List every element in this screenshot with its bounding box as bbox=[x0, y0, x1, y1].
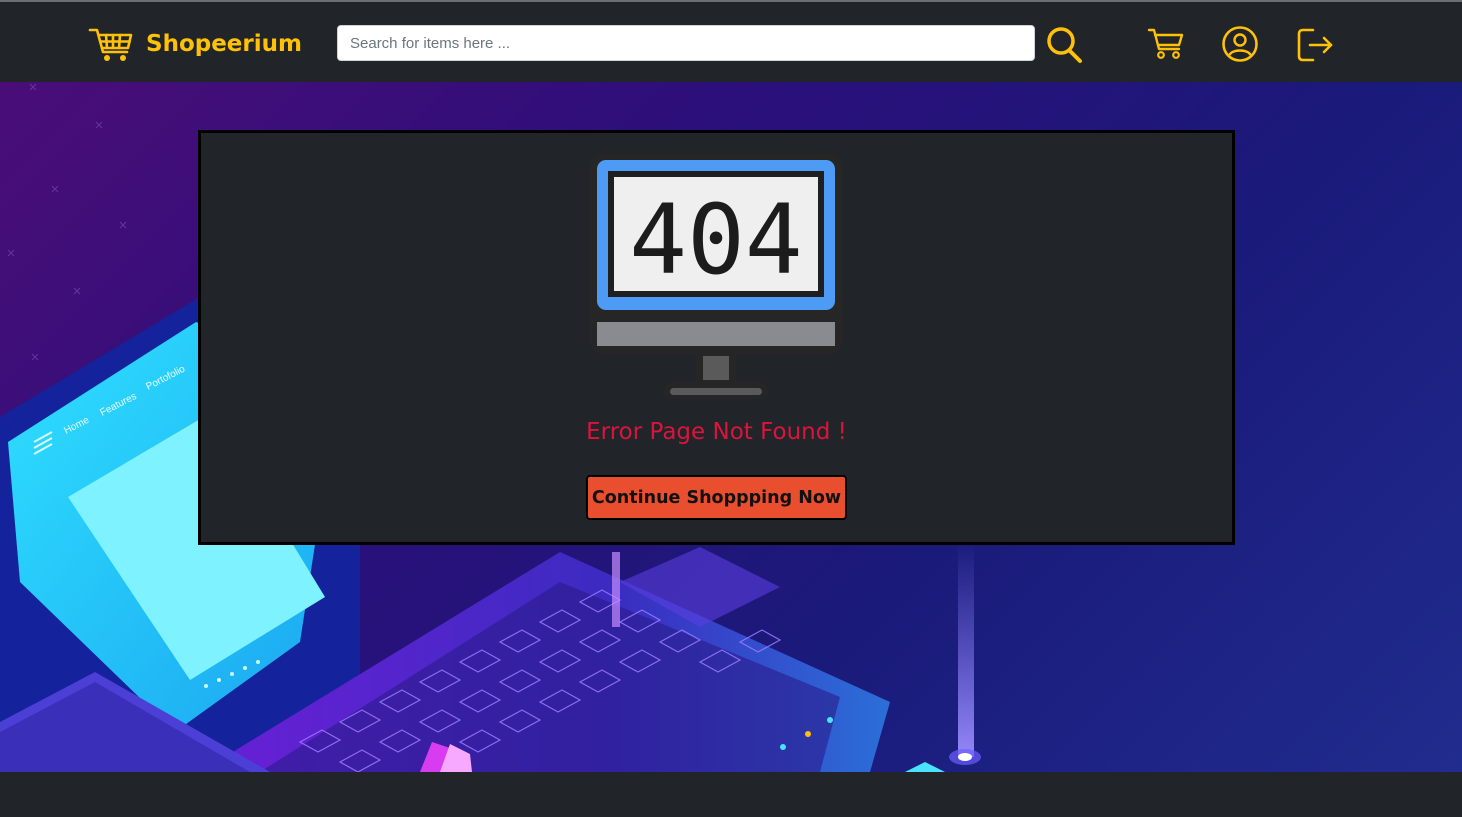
continue-shopping-button[interactable]: Continue Shoppping Now bbox=[586, 475, 847, 520]
footer-band bbox=[0, 772, 1462, 817]
shopping-basket-icon bbox=[88, 28, 133, 61]
brand-name: Shopeerium bbox=[146, 31, 302, 57]
search-icon[interactable] bbox=[1046, 25, 1084, 65]
error-code: 404 bbox=[629, 184, 802, 296]
brand-link[interactable]: Shopeerium bbox=[88, 24, 302, 64]
cart-icon[interactable] bbox=[1147, 27, 1185, 61]
error-card: 404 Error Page Not Found ! Continue Shop… bbox=[198, 130, 1235, 545]
error-message: Error Page Not Found ! bbox=[586, 419, 847, 445]
navbar: Shopeerium bbox=[0, 2, 1462, 82]
monitor-404-icon: 404 bbox=[589, 154, 843, 399]
logout-icon[interactable] bbox=[1296, 26, 1336, 64]
search-input[interactable] bbox=[337, 25, 1035, 61]
user-circle-icon[interactable] bbox=[1221, 25, 1259, 63]
